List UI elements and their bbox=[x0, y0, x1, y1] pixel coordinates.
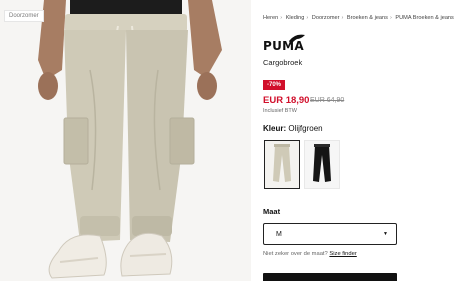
size-select-value: M bbox=[276, 230, 282, 238]
size-label: Maat bbox=[263, 207, 281, 216]
season-tag: Doorzomer bbox=[4, 10, 44, 22]
brand-name[interactable]: PUMA bbox=[263, 39, 304, 53]
chevron-right-icon: › bbox=[280, 15, 283, 21]
selected-color: Olijfgroen bbox=[288, 124, 323, 133]
breadcrumb-item-heren[interactable]: Heren bbox=[263, 15, 278, 21]
product-info: Heren › Kleding › Doorzomer › Broeken & jea… bbox=[263, 0, 475, 281]
color-label: Kleur: Olijfgroen bbox=[263, 124, 323, 133]
color-label-prefix: Kleur: bbox=[263, 124, 287, 133]
add-to-cart-button[interactable] bbox=[263, 273, 397, 281]
size-help: Niet zeker over de maat? Size finder bbox=[263, 251, 357, 257]
color-swatch-zwart[interactable] bbox=[304, 140, 340, 189]
color-swatch-olijfgroen[interactable] bbox=[264, 140, 300, 189]
chevron-right-icon: › bbox=[306, 15, 309, 21]
size-help-text: Niet zeker over de maat? bbox=[263, 251, 328, 257]
swatch-image-zwart bbox=[313, 144, 331, 182]
breadcrumb-item-doorzomer[interactable]: Doorzomer bbox=[312, 15, 340, 21]
vat-note: Inclusief BTW bbox=[263, 108, 297, 114]
chevron-right-icon: › bbox=[341, 15, 344, 21]
product-photo bbox=[38, 0, 222, 279]
size-select[interactable]: M ▼ bbox=[263, 223, 397, 245]
swatch-image-olijfgroen bbox=[273, 144, 291, 182]
product-title: Cargobroek bbox=[263, 58, 303, 67]
discount-badge: -70% bbox=[263, 80, 286, 90]
breadcrumb: Heren › Kleding › Doorzomer › Broeken & jea… bbox=[263, 15, 475, 21]
caret-down-icon: ▼ bbox=[383, 231, 388, 237]
sale-price: EUR 18,90 bbox=[263, 95, 310, 106]
breadcrumb-item-kleding[interactable]: Kleding bbox=[286, 15, 305, 21]
breadcrumb-item-puma-broeken[interactable]: PUMA Broeken & jeans bbox=[395, 15, 453, 21]
product-image[interactable]: Doorzomer bbox=[0, 0, 251, 281]
breadcrumb-item-broeken[interactable]: Broeken & jeans bbox=[347, 15, 388, 21]
original-price: EUR 64,90 bbox=[310, 97, 345, 104]
size-finder-link[interactable]: Size finder bbox=[329, 251, 356, 257]
chevron-right-icon: › bbox=[389, 15, 392, 21]
